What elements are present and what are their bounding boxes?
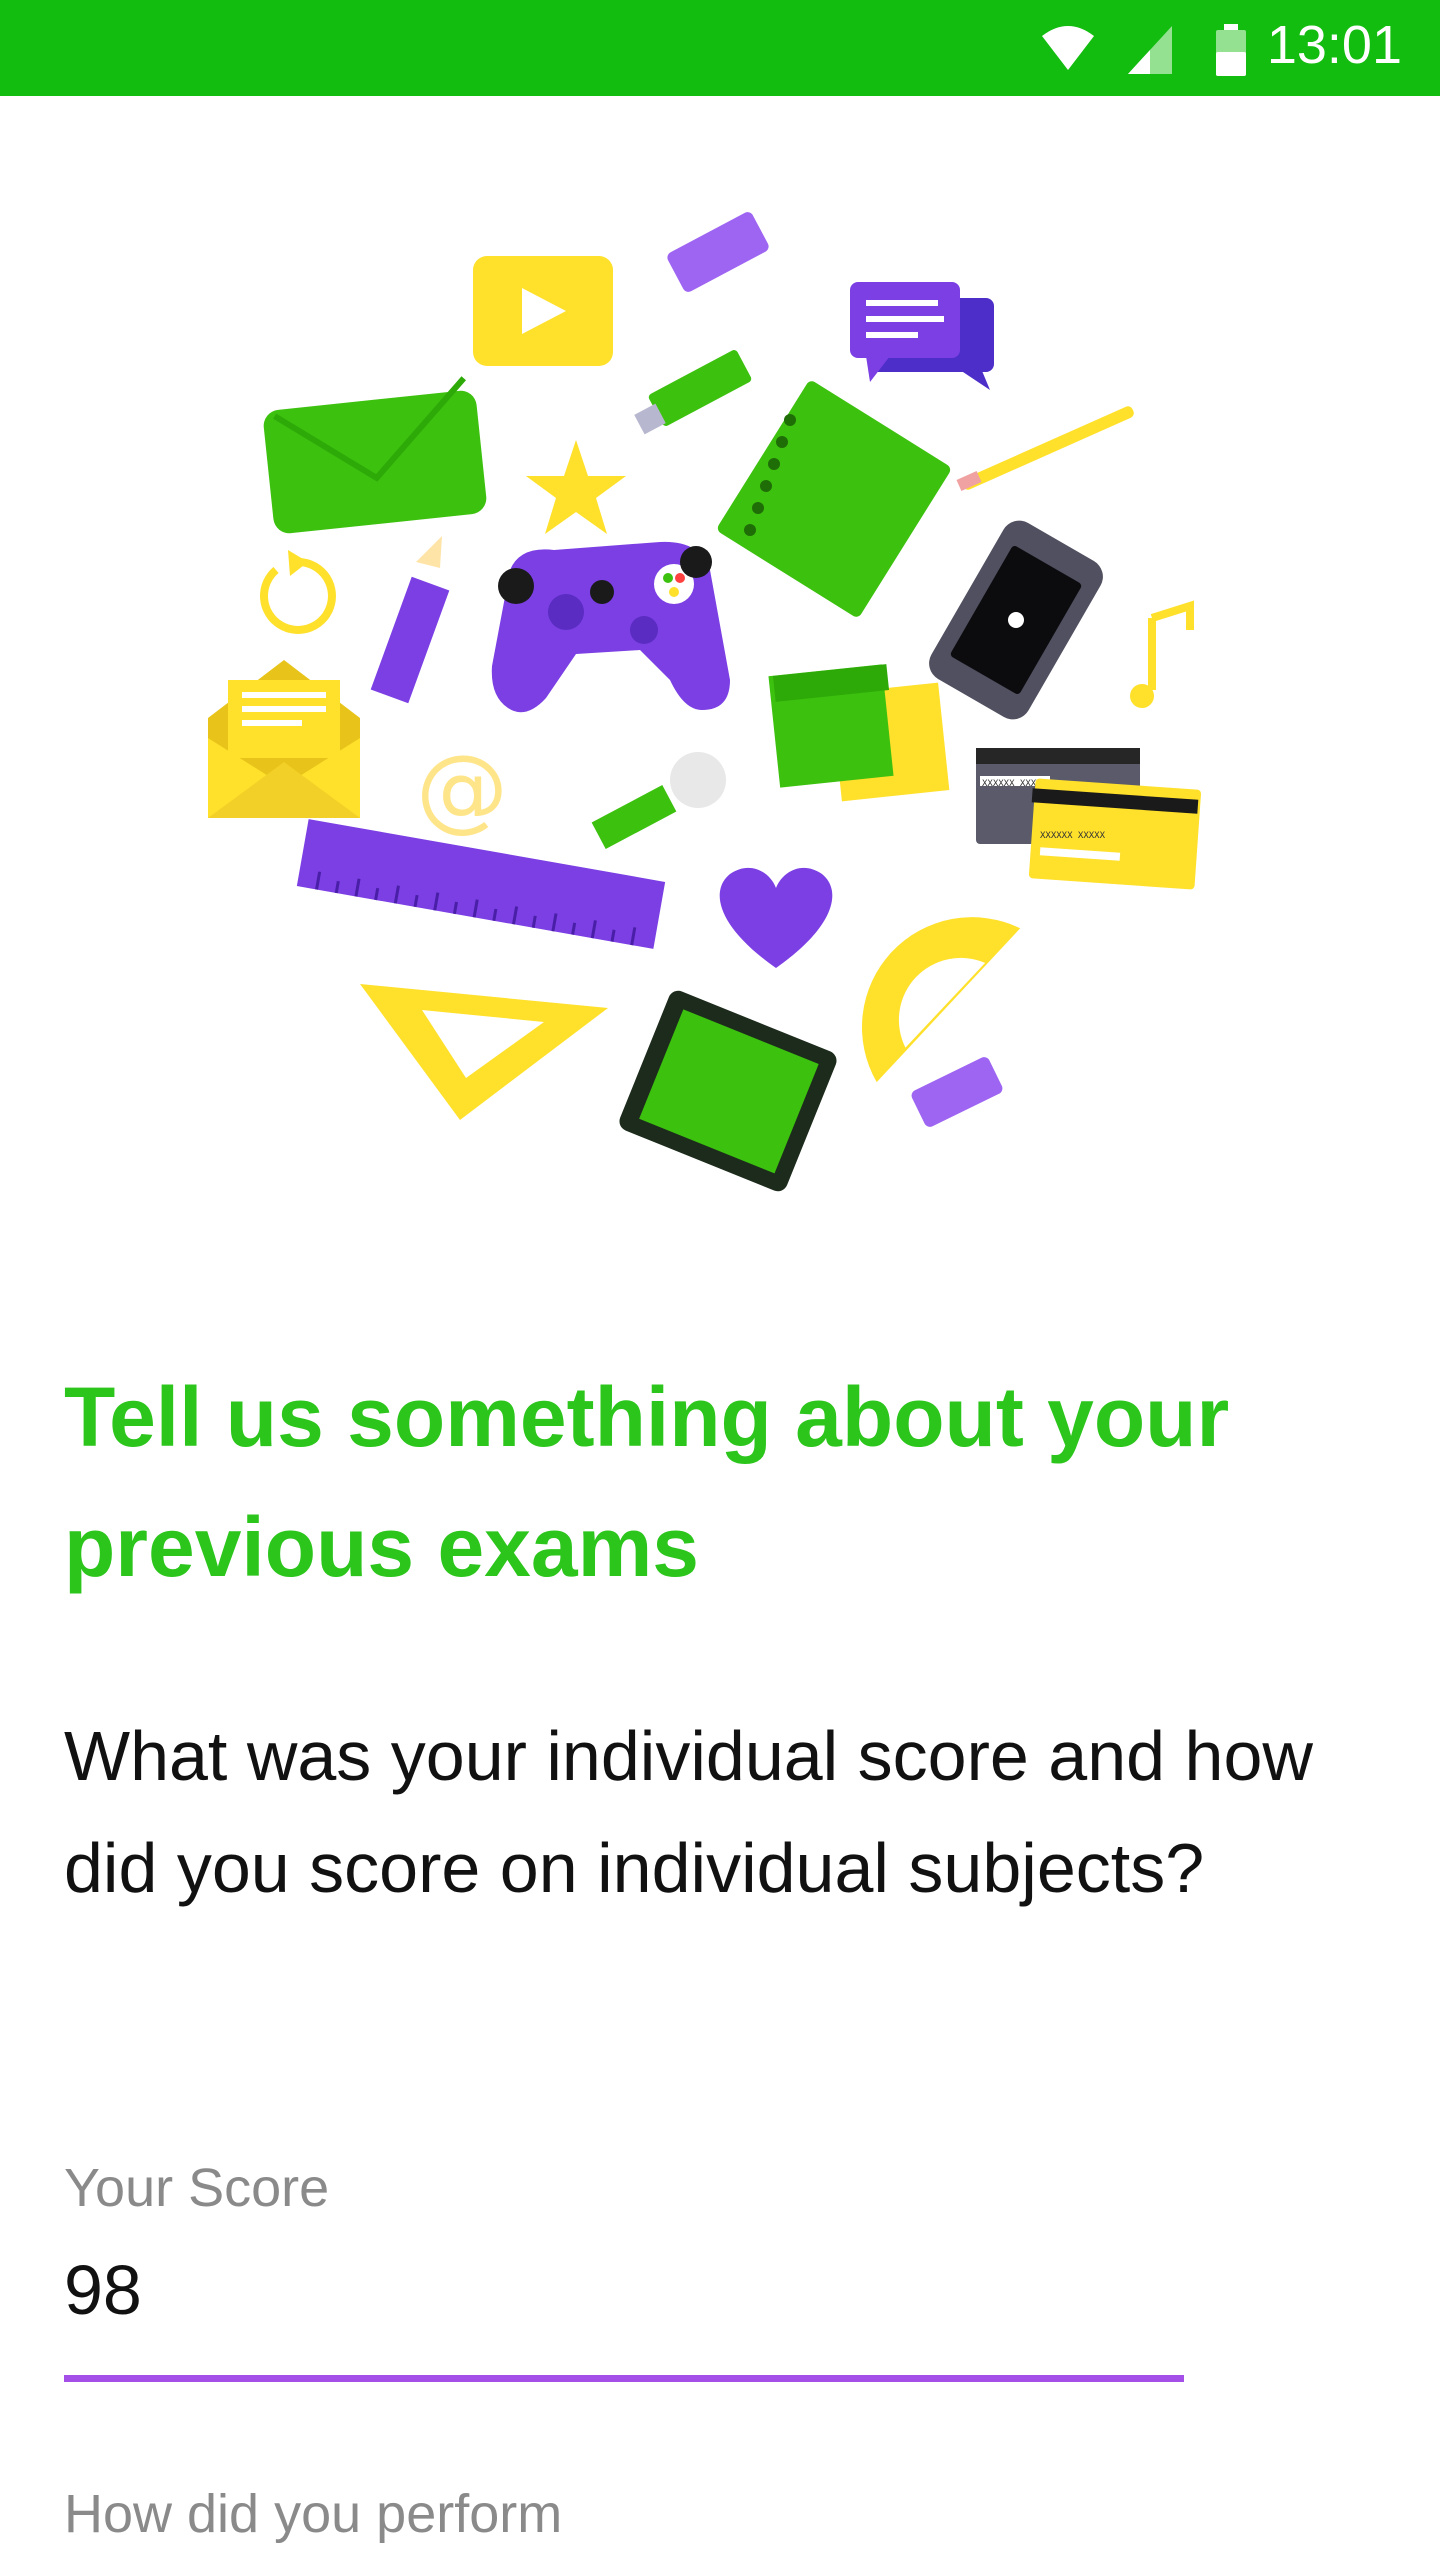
svg-text:@: @ bbox=[416, 735, 508, 842]
triangle-ruler-icon bbox=[360, 984, 608, 1120]
envelope-icon bbox=[263, 376, 487, 534]
play-icon bbox=[473, 256, 613, 366]
star-icon bbox=[526, 440, 626, 534]
illustration: @ XXXXXX XXXXX XXXXXX XXXXX bbox=[208, 212, 1202, 1192]
pencil-icon bbox=[956, 406, 1134, 491]
wifi-icon bbox=[1042, 26, 1094, 70]
question-text: What was your individual score and how d… bbox=[64, 1717, 1313, 1907]
music-note-icon bbox=[1130, 600, 1194, 708]
smartphone-icon bbox=[929, 520, 1103, 720]
svg-text:XXXXXX XXXXX: XXXXXX XXXXX bbox=[1040, 831, 1106, 841]
open-envelope-icon bbox=[208, 660, 360, 818]
wrench-icon bbox=[591, 752, 726, 850]
protractor-icon bbox=[862, 917, 1021, 1083]
eraser-icon bbox=[911, 1057, 1003, 1127]
chat-icon bbox=[850, 282, 994, 390]
gamepad-icon bbox=[491, 541, 730, 713]
heart-icon bbox=[719, 867, 833, 968]
at-sign-icon: @ bbox=[416, 735, 508, 842]
tablet-icon bbox=[619, 990, 837, 1192]
eraser-icon bbox=[667, 212, 769, 292]
status-time: 13:01 bbox=[1266, 15, 1402, 75]
score-input[interactable] bbox=[64, 2248, 1184, 2332]
refresh-icon bbox=[259, 550, 336, 634]
perform-field-label: How did you perform bbox=[64, 2484, 563, 2544]
sticky-note-icon bbox=[768, 664, 950, 802]
page-heading: Tell us something about your previous ex… bbox=[64, 1370, 1230, 1594]
pencil-icon bbox=[370, 536, 450, 704]
score-field-label: Your Score bbox=[64, 2158, 330, 2218]
status-bar: 13:01 bbox=[0, 0, 1440, 96]
battery-icon bbox=[1216, 24, 1246, 76]
notebook-icon bbox=[717, 381, 951, 617]
usb-icon bbox=[634, 350, 752, 435]
score-input-underline bbox=[64, 2375, 1184, 2382]
cell-signal-icon bbox=[1128, 26, 1172, 74]
credit-card-icon: XXXXXX XXXXX XXXXXX XXXXX bbox=[976, 748, 1202, 890]
